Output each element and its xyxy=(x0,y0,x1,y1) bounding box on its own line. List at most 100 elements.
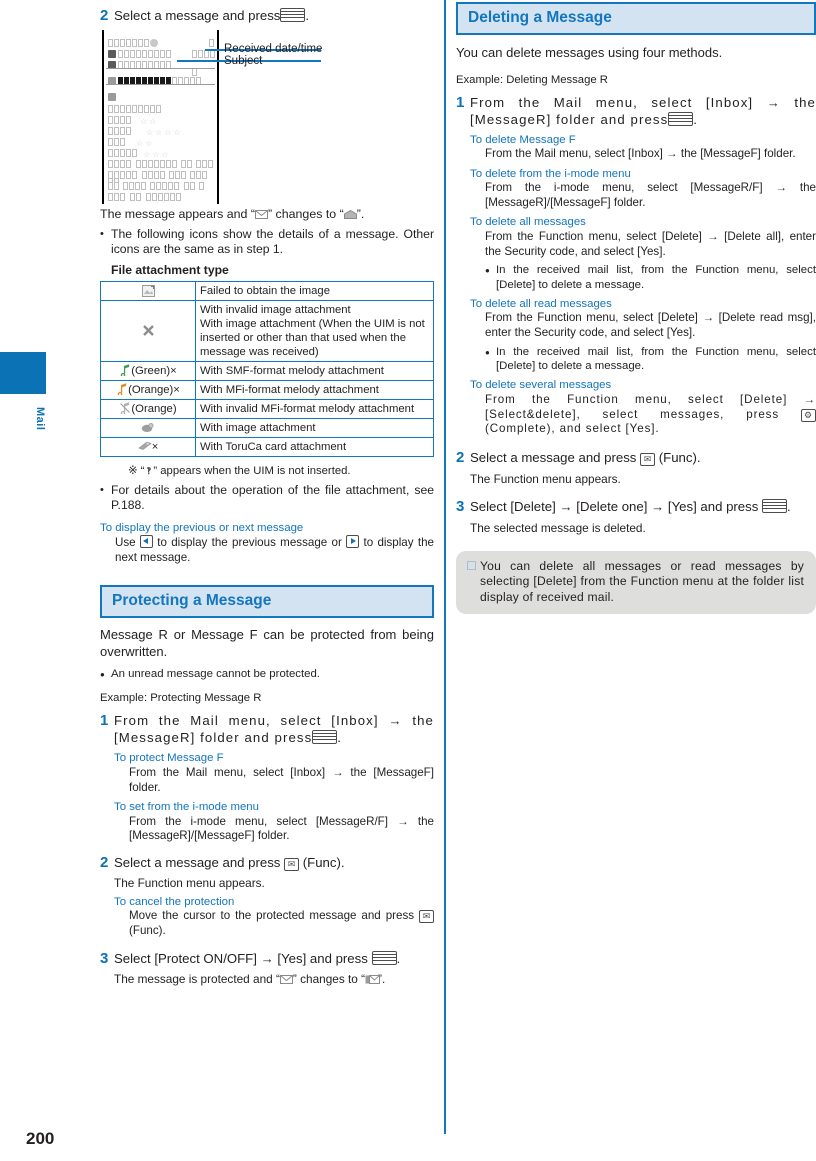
file-attachment-table: Failed to obtain the image With invalid … xyxy=(100,280,434,457)
melody-invalid-icon xyxy=(119,402,131,416)
bullet-p188: • For details about the operation of the… xyxy=(100,483,434,513)
table-cell-desc: With invalid MFi-format melody attachmen… xyxy=(195,398,434,419)
text-part-c: ”. xyxy=(356,207,365,221)
step-text: From the Mail menu, select [Inbox] → the… xyxy=(470,94,816,128)
step-text-b: (Func). xyxy=(658,449,701,465)
select-key-icon xyxy=(280,8,306,22)
melody-invalid-label: (Orange) xyxy=(131,402,177,415)
step-text-b: . xyxy=(693,111,699,127)
table-cell-desc: With SMF-format melody attachment xyxy=(195,360,434,381)
step-number: 3 xyxy=(100,949,109,967)
mail-key-icon: ✉ xyxy=(284,857,300,871)
delete-sub-2-bullet: ● In the received mail list, from the Fu… xyxy=(485,263,816,292)
step-text: Select [Delete] → [Delete one] → [Yes] a… xyxy=(470,498,816,515)
section-header-deleting: Deleting a Message xyxy=(456,2,816,35)
bullet-text: An unread message cannot be protected. xyxy=(111,668,320,681)
sub3-b: (Func). xyxy=(129,924,166,938)
bullet-dot: ● xyxy=(485,266,490,276)
select-key-icon xyxy=(668,111,694,126)
melody-icon xyxy=(119,364,131,378)
note-box-delete: ☐ You can delete all messages or read me… xyxy=(456,551,816,614)
step-text-b: . xyxy=(337,730,343,746)
step-number: 1 xyxy=(100,712,109,730)
table-cell-desc: With MFi-format melody attachment xyxy=(195,379,434,400)
protect-sub2-title: To set from the i-mode menu xyxy=(114,801,259,814)
bullet-icons-detail: • The following icons show the details o… xyxy=(100,227,434,257)
bullet-dot: • xyxy=(100,484,104,497)
step-number: 3 xyxy=(456,497,465,515)
melody-orange-label: (Orange)× xyxy=(128,383,180,396)
step-number: 2 xyxy=(456,448,465,466)
screen-body-line-9 xyxy=(108,188,182,206)
delete-sub-3-bullet: ● In the received mail list, from the Fu… xyxy=(485,345,816,374)
bullet-dot: • xyxy=(100,227,104,240)
text-part-a: The message appears and “ xyxy=(100,207,255,221)
protect-intro: Message R or Message F can be protected … xyxy=(100,627,434,659)
melody-green-icon-cell: (Green)× xyxy=(100,360,196,381)
toruca-card-icon-cell: × xyxy=(100,436,196,457)
file-attachment-caption: File attachment type xyxy=(111,262,229,277)
phone-screen-figure: ☆ ☆ ☆ ☆ ☆ ☆ ☆ ☆ ☆ ☆ ☆ Received date/time… xyxy=(100,30,434,205)
sub3-a: Move the cursor to the protected message… xyxy=(129,909,415,923)
image-attachment-icon xyxy=(100,417,196,438)
uim-footnote: ※ “‽” appears when the UIM is not insert… xyxy=(128,464,434,478)
bullet-text: The following icons show the details of … xyxy=(111,226,434,256)
step-text-b: . xyxy=(787,498,791,514)
delete-sub-1-body: From the i-mode menu, select [MessageR/F… xyxy=(485,181,816,209)
phone-screen-mock: ☆ ☆ ☆ ☆ ☆ ☆ ☆ ☆ ☆ ☆ ☆ xyxy=(102,30,219,204)
footnote-text-b: ” appears when the UIM is not inserted. xyxy=(153,464,351,477)
callout-label-subject: Subject xyxy=(224,55,263,67)
protect-step-1: 1 From the Mail menu, select [Inbox] → t… xyxy=(100,712,434,746)
page-number: 200 xyxy=(26,1129,55,1148)
chapter-tab-block xyxy=(0,352,46,394)
section-header-protecting: Protecting a Message xyxy=(100,585,434,619)
delete-step-3: 3 Select [Delete] → [Delete one] → [Yes]… xyxy=(456,498,816,515)
step-text-b: (Func). xyxy=(302,854,345,870)
protect-step2-note: The Function menu appears. xyxy=(114,875,265,890)
delete-several-body: From the Function menu, select [Delete] … xyxy=(485,393,816,437)
toruca-label: × xyxy=(151,440,159,453)
delete-step-2: 2 Select a message and press ✉ (Func). xyxy=(456,449,816,466)
delete-sub-2-title: To delete all messages xyxy=(470,216,586,229)
table-cell-desc: With ToruCa card attachment xyxy=(195,436,434,457)
step-text-a: From the Mail menu, select [Inbox] → the… xyxy=(470,94,816,127)
delete-sub-0-title: To delete Message F xyxy=(470,133,576,146)
melody-icon xyxy=(116,383,128,397)
footnote-text-a: “ xyxy=(137,464,145,477)
bullet-unread: ● An unread message cannot be protected. xyxy=(100,667,434,682)
bullet-text: For details about the operation of the f… xyxy=(111,483,434,513)
step-number: 1 xyxy=(456,93,465,111)
delete-sub-0-body: From the Mail menu, select [Inbox] → the… xyxy=(485,147,796,161)
column-divider xyxy=(444,0,446,1134)
message-appears-text: The message appears and “ ” changes to “ ”… xyxy=(100,207,434,223)
step-text-a: Select [Protect ON/OFF] → [Yes] and pres… xyxy=(114,950,368,966)
protect-step-3: 3 Select [Protect ON/OFF] → [Yes] and pr… xyxy=(100,950,434,967)
protect-sub2-body: From the i-mode menu, select [MessageR/F… xyxy=(129,814,434,843)
screen-divider-2 xyxy=(106,84,215,85)
delete-sub-2-body: From the Function menu, select [Delete] … xyxy=(485,229,816,258)
step-text-period: . xyxy=(305,8,310,23)
delete-sub-3-body: From the Function menu, select [Delete] … xyxy=(485,311,816,340)
several-a: From the Function menu, select [Delete] … xyxy=(485,392,816,421)
step-text: Select a message and press. xyxy=(114,7,434,24)
step-text: From the Mail menu, select [Inbox] → the… xyxy=(114,712,434,746)
table-row: (Orange) With invalid MFi-format melody … xyxy=(100,398,434,419)
screen-row-highlight xyxy=(108,72,202,90)
delete-step2-note: The Function menu appears. xyxy=(470,471,621,486)
text-part-b: ” changes to “ xyxy=(267,207,344,221)
left-column: 2 Select a message and press. ☆ ☆ ☆ ☆ ☆ … xyxy=(100,0,434,986)
prev-next-body: Use to display the previous message or t… xyxy=(115,535,434,565)
select-key-icon xyxy=(762,498,787,513)
screen-divider-1 xyxy=(106,68,215,69)
toruca-card-icon xyxy=(138,441,152,453)
step-text: Select a message and press ✉ (Func). xyxy=(470,449,816,466)
step-select-message: 2 Select a message and press. xyxy=(100,7,434,24)
bullet-text: In the received mail list, from the Func… xyxy=(496,264,816,291)
protect-step3-note: The message is protected and “ ” changes … xyxy=(114,972,434,986)
sidebar-chapter-tab: Mail xyxy=(0,352,46,438)
left-arrow-key-icon xyxy=(139,535,153,549)
table-row: (Orange)× With MFi-format melody attachm… xyxy=(100,379,434,400)
step-text-a: Select [Delete] → [Delete one] → [Yes] a… xyxy=(470,498,759,514)
melody-green-label: (Green)× xyxy=(131,364,177,377)
delete-sub-1-title: To delete from the i-mode menu xyxy=(470,167,631,180)
